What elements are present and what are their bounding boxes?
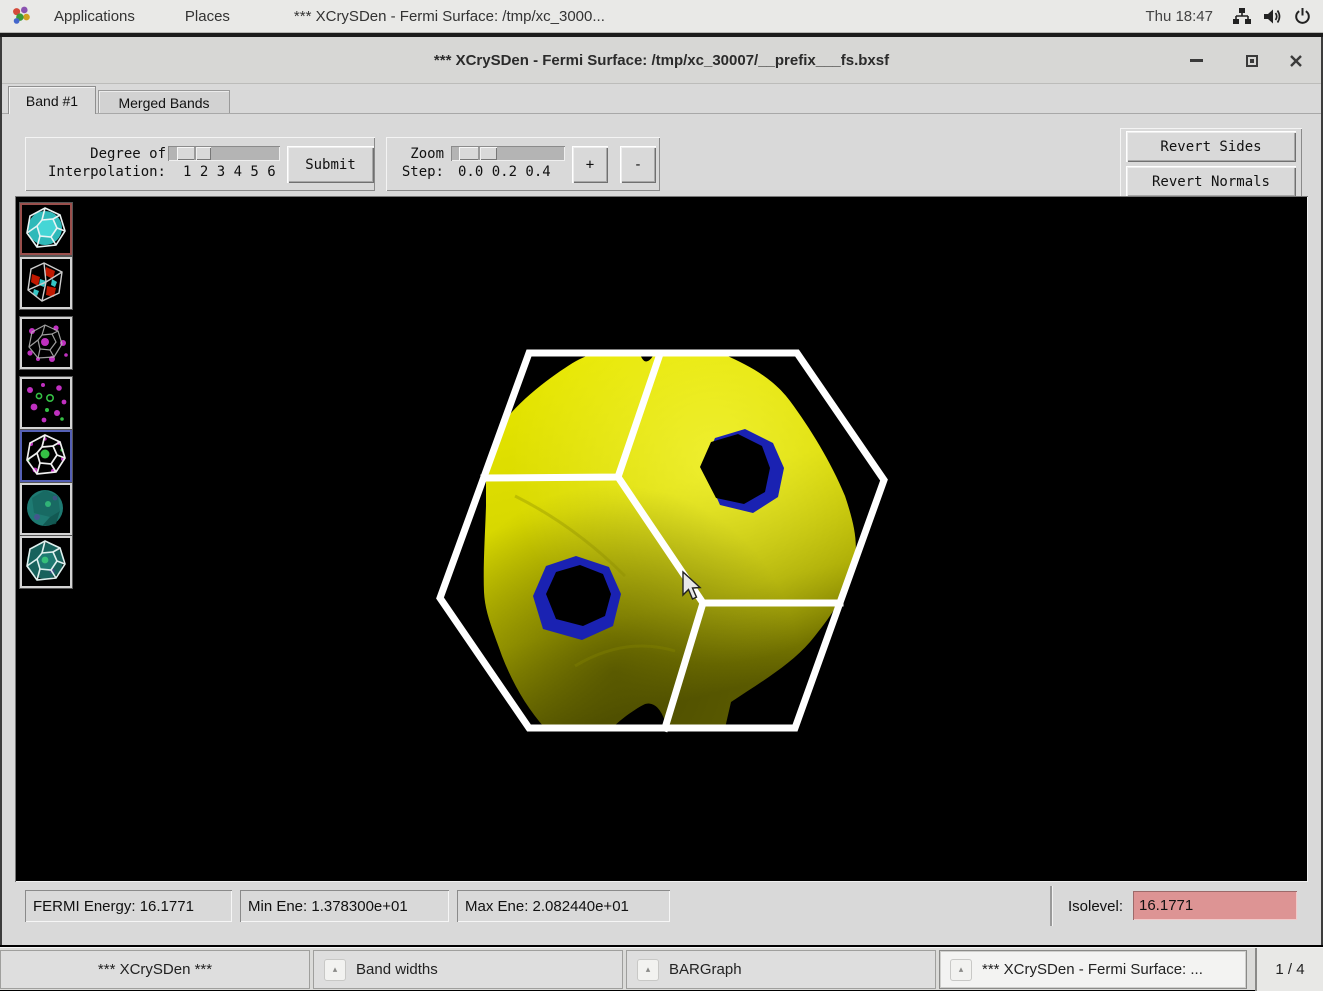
taskbar-item-bargraph[interactable]: ▴ BARGraph <box>626 950 936 989</box>
desktop-taskbar: *** XCrySDen *** ▴ Band widths ▴ BARGrap… <box>0 947 1323 990</box>
isolevel-label: Isolevel: <box>1068 890 1123 922</box>
close-button[interactable] <box>1279 37 1313 84</box>
menu-applications[interactable]: Applications <box>40 0 149 33</box>
close-icon <box>1289 54 1303 68</box>
interpolation-label-line2: Interpolation: <box>48 164 166 180</box>
thumbnail-6-image <box>22 485 68 531</box>
fermi-surface-scene <box>15 196 1308 882</box>
window-icon: ▴ <box>637 959 659 981</box>
network-icon <box>1232 7 1252 26</box>
menu-places[interactable]: Places <box>171 0 244 33</box>
min-energy-readout: Min Ene: 1.378300e+01 <box>240 890 449 922</box>
distro-logo-icon[interactable] <box>0 0 40 33</box>
statusbar-divider <box>1050 886 1052 926</box>
minimize-button[interactable] <box>1179 37 1213 84</box>
taskbar-item-label: *** XCrySDen - Fermi Surface: ... <box>982 961 1203 978</box>
fermi-surface-viewport[interactable] <box>15 196 1308 882</box>
thumbnail-solid-teal-surface[interactable] <box>20 483 72 535</box>
panel-active-window-title[interactable]: *** XCrySDen - Fermi Surface: /tmp/xc_30… <box>280 0 619 33</box>
zoom-step-scale-ticks: 0.0 0.2 0.4 <box>458 164 551 180</box>
thumbnail-magenta-green-pockets[interactable] <box>20 377 72 429</box>
interpolation-label: Degree of Interpolation: <box>30 145 166 181</box>
taskbar-item-fermi-surface[interactable]: ▴ *** XCrySDen - Fermi Surface: ... <box>939 950 1247 989</box>
zoom-label-line1: Zoom <box>410 146 444 162</box>
zoom-step-label: Zoom Step: <box>392 145 444 181</box>
interpolation-slider[interactable] <box>168 146 280 161</box>
maximize-icon <box>1246 55 1258 67</box>
distro-logo-icon <box>10 5 32 27</box>
thumbnail-wireframe-green-magenta[interactable] <box>20 430 72 482</box>
zoom-step-slider[interactable] <box>451 146 565 161</box>
taskbar-item-label: Band widths <box>356 961 438 978</box>
thumbnail-5-image <box>22 432 68 478</box>
window-icon: ▴ <box>324 959 346 981</box>
revert-normals-button[interactable]: Revert Normals <box>1126 166 1296 197</box>
interpolation-label-line1: Degree of <box>90 146 166 162</box>
interpolation-scale-ticks: 1 2 3 4 5 6 <box>183 164 276 180</box>
workspace-pager[interactable]: 1 / 4 <box>1255 948 1323 991</box>
minimize-icon <box>1190 59 1203 62</box>
tabbar-divider <box>2 113 1321 114</box>
window-icon: ▴ <box>950 959 972 981</box>
window-titlebar[interactable]: *** XCrySDen - Fermi Surface: /tmp/xc_30… <box>2 37 1321 84</box>
thumbnail-cyan-surface-in-wireframe[interactable] <box>20 203 72 255</box>
thumbnail-teal-surface-wireframe[interactable] <box>20 536 72 588</box>
thumbnail-cube-red-cyan-patches[interactable] <box>20 257 72 309</box>
tab-merged-bands[interactable]: Merged Bands <box>98 90 230 114</box>
network-icon[interactable] <box>1227 0 1257 33</box>
taskbar-item-label: BARGraph <box>669 961 742 978</box>
zoom-step-slider-handle[interactable] <box>459 147 497 160</box>
power-icon[interactable] <box>1287 0 1317 33</box>
window-title: *** XCrySDen - Fermi Surface: /tmp/xc_30… <box>434 52 889 69</box>
band-tabbar: Band #1 Merged Bands <box>2 84 1321 114</box>
zoom-minus-button[interactable]: - <box>620 146 656 183</box>
zoom-plus-button[interactable]: + <box>572 146 608 183</box>
thumbnail-1-image <box>22 205 68 251</box>
max-energy-readout: Max Ene: 2.082440e+01 <box>457 890 670 922</box>
volume-icon <box>1262 7 1283 26</box>
tab-band-1[interactable]: Band #1 <box>8 86 96 114</box>
thumbnail-7-image <box>22 538 68 584</box>
panel-clock[interactable]: Thu 18:47 <box>1131 0 1227 33</box>
thumbnail-2-image <box>22 259 68 305</box>
submit-button[interactable]: Submit <box>287 146 374 183</box>
fermi-energy-readout: FERMI Energy: 16.1771 <box>25 890 232 922</box>
isolevel-input[interactable]: 16.1771 <box>1133 891 1297 920</box>
revert-sides-button[interactable]: Revert Sides <box>1126 131 1296 162</box>
power-icon <box>1293 7 1312 26</box>
fermi-surface <box>484 354 856 728</box>
thumbnail-3-image <box>22 319 68 365</box>
statusbar: FERMI Energy: 16.1771 Min Ene: 1.378300e… <box>2 882 1321 945</box>
volume-icon[interactable] <box>1257 0 1287 33</box>
interpolation-slider-handle[interactable] <box>177 147 211 160</box>
maximize-button[interactable] <box>1235 37 1269 84</box>
taskbar-item-label: *** XCrySDen *** <box>98 961 212 978</box>
taskbar-item-xcrysden[interactable]: *** XCrySDen *** <box>0 950 310 989</box>
thumbnail-magenta-blobs-wireframe[interactable] <box>20 317 72 369</box>
taskbar-item-band-widths[interactable]: ▴ Band widths <box>313 950 623 989</box>
zoom-label-line2: Step: <box>402 164 444 180</box>
neck-hole-lower-left <box>533 556 621 640</box>
thumbnail-4-image <box>22 379 68 425</box>
desktop-top-panel: Applications Places *** XCrySDen - Fermi… <box>0 0 1323 33</box>
